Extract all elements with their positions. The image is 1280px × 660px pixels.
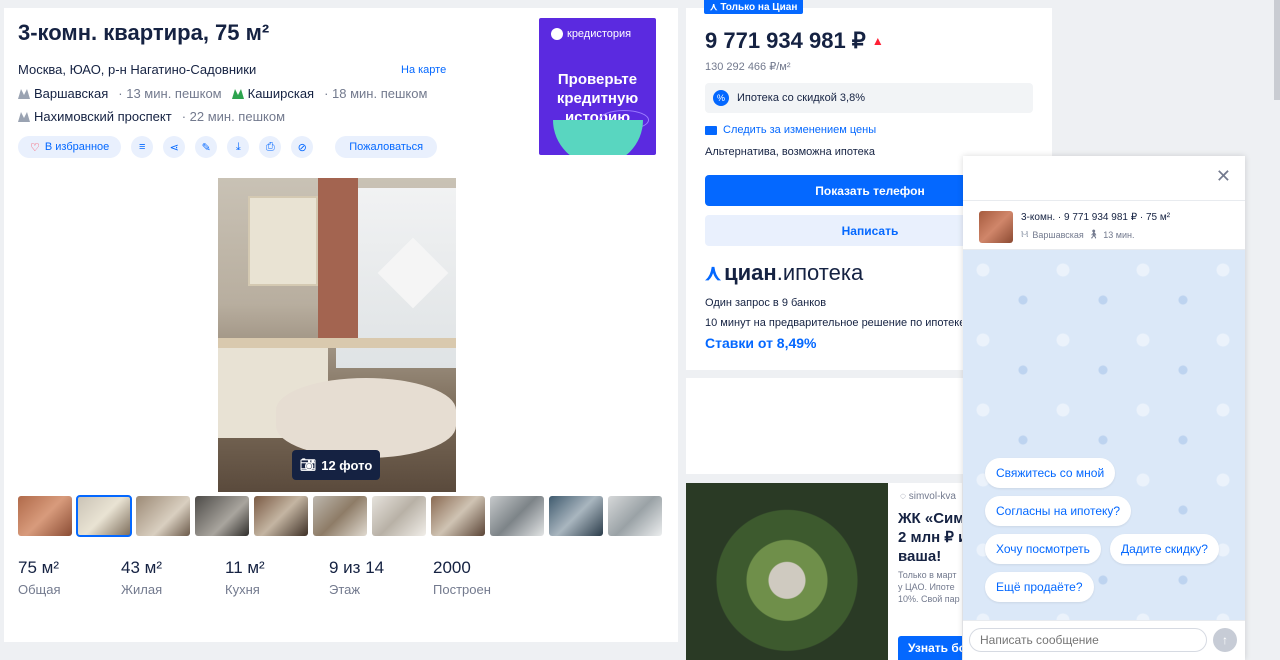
metro-icon: Ⲙ: [1021, 229, 1029, 239]
thumbnail[interactable]: [195, 496, 249, 536]
globe-icon: ◌: [900, 491, 906, 502]
ad-brand: кредистория: [551, 28, 631, 40]
photo-thumbnails: [18, 495, 662, 537]
thumbnail[interactable]: [313, 496, 367, 536]
stat-built-year: 2000 Построен: [433, 558, 491, 597]
deal-type: Альтернатива, возможна ипотека: [705, 146, 875, 158]
listing-thumbnail: [979, 211, 1013, 243]
download-icon: ⤓: [235, 140, 241, 153]
send-icon[interactable]: ↑: [1213, 628, 1237, 652]
thumbnail[interactable]: [136, 496, 190, 536]
quick-reply-chip[interactable]: Дадите скидку?: [1110, 534, 1219, 564]
eye-off-icon: ⊘: [297, 141, 307, 154]
chat-listing-title: 3-комн. · 9 771 934 981 ₽ · 75 м²: [1021, 212, 1171, 223]
map-link[interactable]: На карте: [401, 64, 446, 76]
chat-listing-metro: Ⲙ Варшавская 🚶︎ 13 мин.: [1021, 229, 1135, 240]
envelope-icon: [705, 125, 717, 135]
ad-cta-button[interactable]: Узнать бо: [898, 636, 962, 660]
quick-reply-chip[interactable]: Согласны на ипотеку?: [985, 496, 1132, 526]
metro-station-nakhimovsky[interactable]: Нахимовский проспект: [18, 109, 172, 124]
follow-price-link[interactable]: Следить за изменением цены: [705, 124, 876, 136]
hide-button[interactable]: ⊘: [291, 136, 314, 158]
decor-bowl: [553, 120, 643, 155]
metro-walk-time: · 13 мин. пешком: [118, 86, 222, 101]
chat-panel: ✕ 3-комн. · 9 771 934 981 ₽ · 75 м² Ⲙ Ва…: [963, 156, 1245, 660]
main-photo[interactable]: [218, 178, 456, 492]
walk-icon: 🚶︎: [1087, 229, 1100, 239]
metro-icon: [18, 111, 30, 122]
cian-figure-icon: ⋏: [710, 1, 718, 13]
photo-count-button[interactable]: 📷︎ 12 фото: [292, 450, 380, 480]
download-button[interactable]: ⤓: [227, 136, 250, 158]
message-input[interactable]: [969, 628, 1207, 652]
ad-image: [686, 483, 888, 660]
complain-button[interactable]: Пожаловаться: [335, 136, 438, 158]
camera-icon: 📷︎: [299, 457, 317, 472]
close-icon[interactable]: ✕: [1216, 166, 1231, 187]
quick-reply-chip[interactable]: Свяжитесь со мной: [985, 458, 1116, 488]
printer-icon: ⎙: [265, 140, 275, 153]
chat-input-row: ↑: [963, 620, 1245, 660]
mortgage-discount[interactable]: % Ипотека со скидкой 3,8%: [705, 83, 1033, 113]
list-plus-icon: ≡: [139, 141, 146, 153]
quick-reply-chip[interactable]: Хочу посмотреть: [985, 534, 1101, 564]
chat-listing-header[interactable]: 3-комн. · 9 771 934 981 ₽ · 75 м² Ⲙ Варш…: [963, 200, 1245, 250]
thumbnail[interactable]: [431, 496, 485, 536]
price: 9 771 934 981 ₽ ▲: [705, 28, 884, 53]
address: Москва, ЮАО, р-н Нагатино-Садовники: [18, 62, 257, 77]
metro-station-kashirskaya[interactable]: Каширская: [231, 86, 314, 101]
brand-logo-icon: [551, 28, 563, 40]
chat-body: [963, 250, 1245, 620]
metro-row: Нахимовский проспект · 22 мин. пешком: [18, 109, 285, 124]
metro-station-varshavskaya[interactable]: Варшавская: [18, 86, 108, 101]
thumbnail[interactable]: [549, 496, 603, 536]
mortgage-info-line: 10 минут на предварительное решение по и…: [705, 317, 962, 329]
mortgage-rate-link[interactable]: Ставки от 8,49%: [705, 335, 817, 351]
table: [276, 378, 456, 458]
exclusive-badge: ⋏ Только на Циан: [704, 0, 804, 14]
pencil-icon: ✎: [201, 141, 211, 154]
thumbnail[interactable]: [76, 495, 132, 537]
share-button[interactable]: ⋖: [163, 136, 186, 158]
metro-row: Варшавская · 13 мин. пешком Каширская · …: [18, 86, 427, 101]
compare-button[interactable]: ≡: [131, 136, 154, 158]
discount-icon: %: [713, 90, 729, 106]
note-button[interactable]: ✎: [195, 136, 218, 158]
share-icon: ⋖: [169, 141, 179, 154]
ad-domain: ◌ simvol-kva: [900, 491, 956, 502]
ad-headline: ЖК «Сим 2 млн ₽ и ваша!: [898, 510, 962, 565]
price-per-meter: 130 292 466 ₽/м²: [705, 61, 791, 73]
thumbnail[interactable]: [608, 496, 662, 536]
stat-total-area: 75 м² Общая: [18, 558, 61, 597]
cian-mortgage-logo[interactable]: ⋏ циан .ипотека: [705, 260, 863, 286]
thumbnail[interactable]: [18, 496, 72, 536]
heart-icon: ♡: [30, 141, 40, 154]
stat-living-area: 43 м² Жилая: [121, 558, 163, 597]
page-title: 3-комн. квартира, 75 м²: [18, 20, 270, 45]
thumbnail[interactable]: [372, 496, 426, 536]
metro-icon: [231, 88, 244, 99]
quick-reply-chip[interactable]: Ещё продаёте?: [985, 572, 1094, 602]
page-scrollbar[interactable]: [1274, 0, 1280, 100]
listing-actions: ♡ В избранное ≡ ⋖ ✎ ⤓ ⎙ ⊘ Пожаловаться: [18, 136, 438, 158]
price-up-icon[interactable]: ▲: [872, 34, 884, 48]
print-button[interactable]: ⎙: [259, 136, 282, 158]
metro-icon: [18, 88, 30, 99]
thumbnail[interactable]: [490, 496, 544, 536]
residential-complex-ad[interactable]: ◌ simvol-kva ЖК «Сим 2 млн ₽ и ваша! Тол…: [686, 483, 962, 660]
metro-walk-time: · 22 мин. пешком: [181, 109, 286, 124]
favorite-button[interactable]: ♡ В избранное: [18, 136, 122, 158]
ad-body: Только в март у ЦАО. Ипоте 10%. Свой пар: [898, 570, 960, 604]
stat-floor: 9 из 14 Этаж: [329, 558, 385, 597]
metro-walk-time: · 18 мин. пешком: [324, 86, 428, 101]
apartment-stats: 75 м² Общая 43 м² Жилая 11 м² Кухня 9 из…: [18, 558, 523, 597]
credit-history-ad[interactable]: кредистория Проверьте кредитную историю: [539, 18, 656, 155]
mortgage-info-line: Один запрос в 9 банков: [705, 297, 827, 309]
cian-figure-icon: ⋏: [705, 260, 722, 285]
thumbnail[interactable]: [254, 496, 308, 536]
stat-kitchen-area: 11 м² Кухня: [225, 558, 265, 597]
